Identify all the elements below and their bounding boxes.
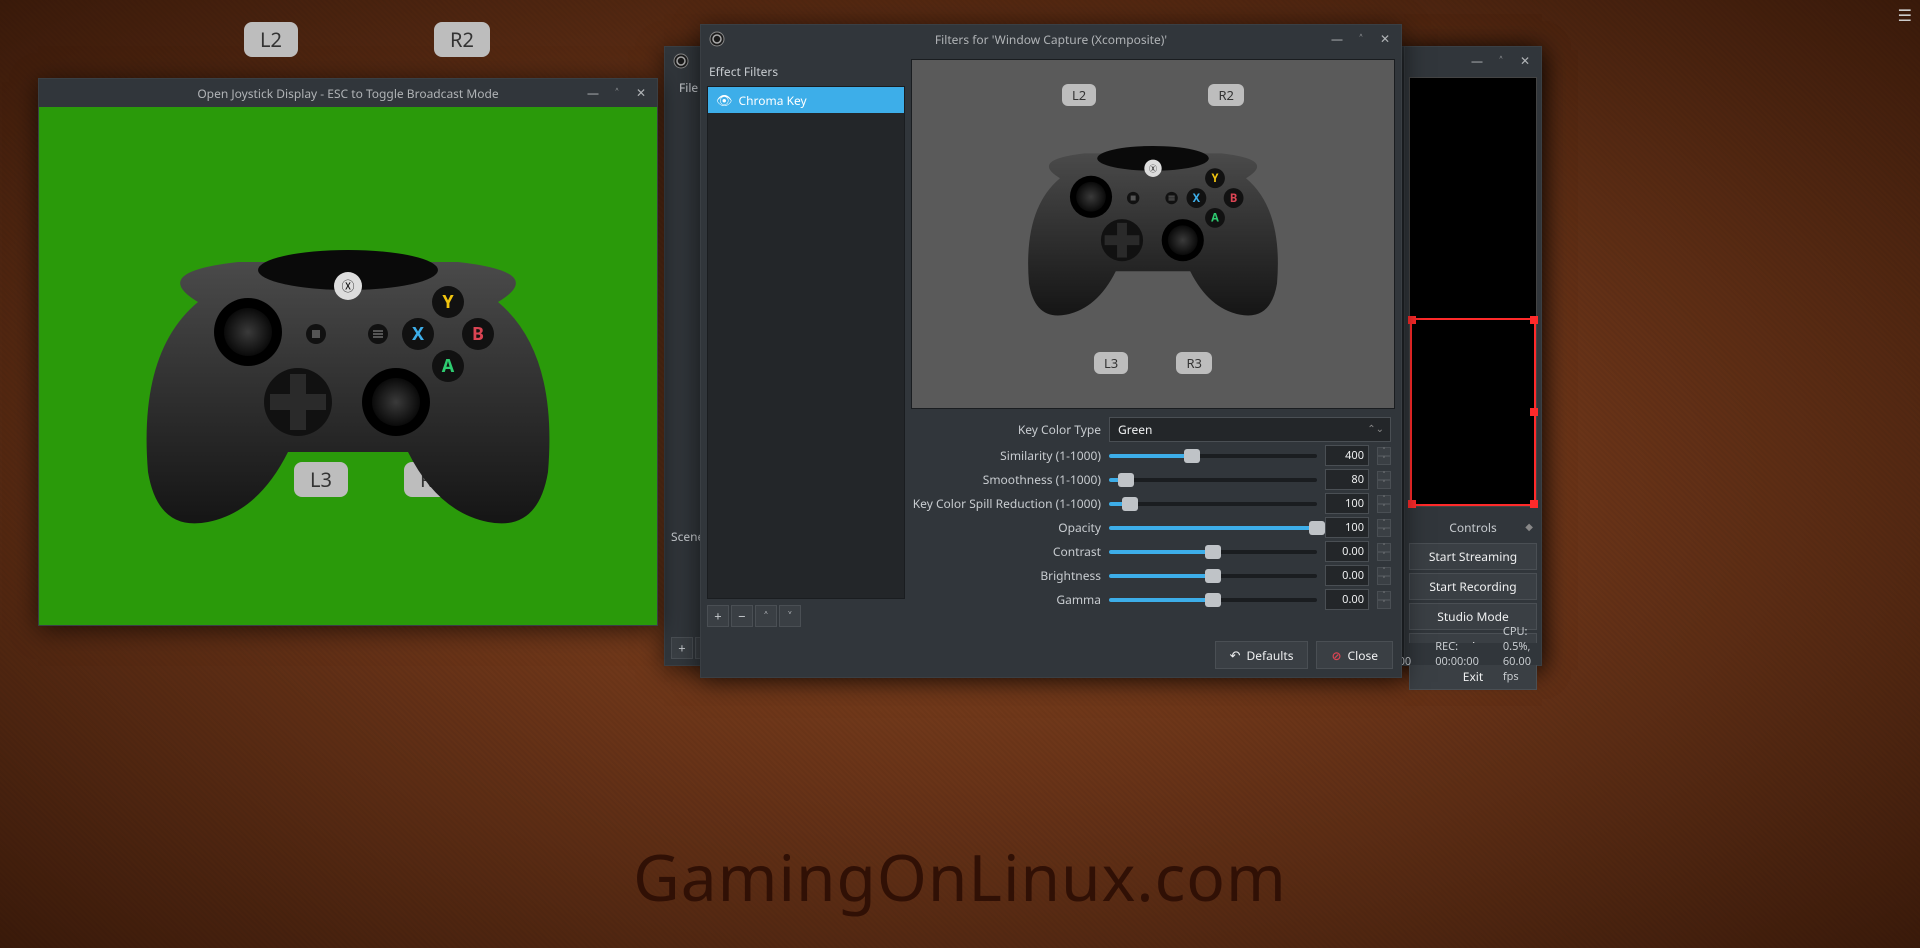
gamma-value[interactable]: 0.00 [1325, 589, 1369, 610]
row-brightness: Brightness 0.00 ˄˅ [911, 565, 1391, 586]
r2-label: R2 [434, 22, 490, 57]
svg-text:A: A [442, 354, 455, 378]
watermark-text: GamingOnLinux.com [633, 833, 1287, 920]
ojd-icon [47, 85, 63, 101]
brightness-stepper[interactable]: ˄˅ [1377, 567, 1391, 585]
minimize-icon[interactable]: — [581, 81, 605, 103]
row-smoothness: Smoothness (1-1000) 80 ˄˅ [911, 469, 1391, 490]
obs-statusbar: LIVE: 00:00:00 REC: 00:00:00 CPU: 0.5%, … [1405, 643, 1541, 665]
obs-icon [673, 53, 689, 69]
similarity-slider[interactable] [1109, 454, 1317, 458]
move-up-button[interactable]: ˄ [755, 605, 777, 627]
selection-box[interactable] [1410, 318, 1536, 506]
ojd-window: Open Joystick Display - ESC to Toggle Br… [38, 78, 658, 626]
status-rec: REC: 00:00:00 [1435, 639, 1479, 669]
filter-preview: L2 R2 L3 R3 Y X B A Ⓧ [911, 59, 1395, 409]
brightness-value[interactable]: 0.00 [1325, 565, 1369, 586]
spill-value[interactable]: 100 [1325, 493, 1369, 514]
effect-filters-header: Effect Filters [707, 59, 905, 84]
svg-text:Ⓧ: Ⓧ [1149, 163, 1157, 174]
opacity-slider[interactable] [1109, 526, 1317, 530]
row-contrast: Contrast 0.00 ˄˅ [911, 541, 1391, 562]
add-filter-button[interactable]: + [707, 605, 729, 627]
contrast-stepper[interactable]: ˄˅ [1377, 543, 1391, 561]
eye-icon[interactable]: 👁 [716, 91, 733, 109]
svg-text:X: X [1193, 191, 1201, 206]
similarity-value[interactable]: 400 [1325, 445, 1369, 466]
row-similarity: Similarity (1-1000) 400 ˄˅ [911, 445, 1391, 466]
start-recording-button[interactable]: Start Recording [1409, 573, 1537, 600]
contrast-value[interactable]: 0.00 [1325, 541, 1369, 562]
ojd-title: Open Joystick Display - ESC to Toggle Br… [197, 85, 498, 102]
similarity-stepper[interactable]: ˄˅ [1377, 447, 1391, 465]
smoothness-value[interactable]: 80 [1325, 469, 1369, 490]
minimize-icon[interactable]: — [1465, 49, 1489, 71]
contrast-slider[interactable] [1109, 550, 1317, 554]
close-button[interactable]: ⊘Close [1316, 641, 1393, 669]
close-x-icon: ⊘ [1331, 647, 1341, 664]
start-streaming-button[interactable]: Start Streaming [1409, 543, 1537, 570]
obs-icon [709, 31, 725, 47]
minimize-icon[interactable]: — [1325, 27, 1349, 49]
move-down-button[interactable]: ˅ [779, 605, 801, 627]
maximize-icon[interactable]: ˄ [1489, 49, 1513, 71]
spill-slider[interactable] [1109, 502, 1317, 506]
l3-label: L3 [1094, 352, 1128, 374]
r2-label: R2 [1208, 84, 1244, 106]
remove-filter-button[interactable]: − [731, 605, 753, 627]
svg-text:A: A [1211, 211, 1219, 226]
svg-text:Y: Y [1212, 171, 1219, 186]
row-key-color-type: Key Color Type Green⌃⌄ [911, 417, 1391, 442]
row-gamma: Gamma 0.00 ˄˅ [911, 589, 1391, 610]
spill-stepper[interactable]: ˄˅ [1377, 495, 1391, 513]
close-icon[interactable]: ✕ [1513, 49, 1537, 71]
chevron-updown-icon: ⌃⌄ [1367, 421, 1384, 435]
gamma-slider[interactable] [1109, 598, 1317, 602]
controller-icon: Y X B A Ⓧ [138, 242, 558, 542]
smoothness-slider[interactable] [1109, 478, 1317, 482]
svg-text:X: X [412, 322, 424, 346]
svg-text:Ⓧ: Ⓧ [341, 277, 354, 295]
smoothness-stepper[interactable]: ˄˅ [1377, 471, 1391, 489]
pin-icon[interactable]: ◆ [1525, 519, 1533, 533]
obs-right-pane: — ˄ ✕ Controls◆ Start Streaming Start Re… [1404, 46, 1542, 666]
maximize-icon[interactable]: ˄ [605, 81, 629, 103]
close-icon[interactable]: ✕ [1373, 27, 1397, 49]
l2-label: L2 [1062, 84, 1096, 106]
brightness-slider[interactable] [1109, 574, 1317, 578]
row-opacity: Opacity 100 ˄˅ [911, 517, 1391, 538]
svg-text:B: B [472, 322, 484, 346]
row-spill: Key Color Spill Reduction (1-1000) 100 ˄… [911, 493, 1391, 514]
filter-item-chroma-key[interactable]: 👁 Chroma Key [708, 87, 904, 113]
filters-dialog: Filters for 'Window Capture (Xcomposite)… [700, 24, 1402, 678]
l2-label: L2 [244, 22, 298, 57]
filter-item-label: Chroma Key [739, 92, 807, 109]
obs-preview[interactable] [1409, 77, 1537, 507]
scenes-dock-header: Scenes [671, 528, 699, 545]
controller-icon: Y X B A Ⓧ [1023, 141, 1283, 327]
r3-label: R3 [1176, 352, 1212, 374]
hamburger-icon[interactable]: ☰ [1898, 4, 1912, 26]
add-scene-button[interactable]: + [671, 637, 693, 659]
svg-text:Y: Y [442, 290, 454, 314]
close-icon[interactable]: ✕ [629, 81, 653, 103]
maximize-icon[interactable]: ˄ [1349, 27, 1373, 49]
gamma-stepper[interactable]: ˄˅ [1377, 591, 1391, 609]
status-cpu: CPU: 0.5%, 60.00 fps [1503, 624, 1531, 684]
undo-icon: ↶ [1230, 646, 1241, 664]
filters-title: Filters for 'Window Capture (Xcomposite)… [935, 31, 1167, 48]
key-color-type-select[interactable]: Green⌃⌄ [1109, 417, 1391, 442]
opacity-stepper[interactable]: ˄˅ [1377, 519, 1391, 537]
svg-text:B: B [1230, 191, 1237, 206]
filters-list[interactable]: 👁 Chroma Key [707, 86, 905, 599]
defaults-button[interactable]: ↶Defaults [1215, 641, 1309, 669]
controls-header: Controls◆ [1409, 515, 1537, 540]
opacity-value[interactable]: 100 [1325, 517, 1369, 538]
